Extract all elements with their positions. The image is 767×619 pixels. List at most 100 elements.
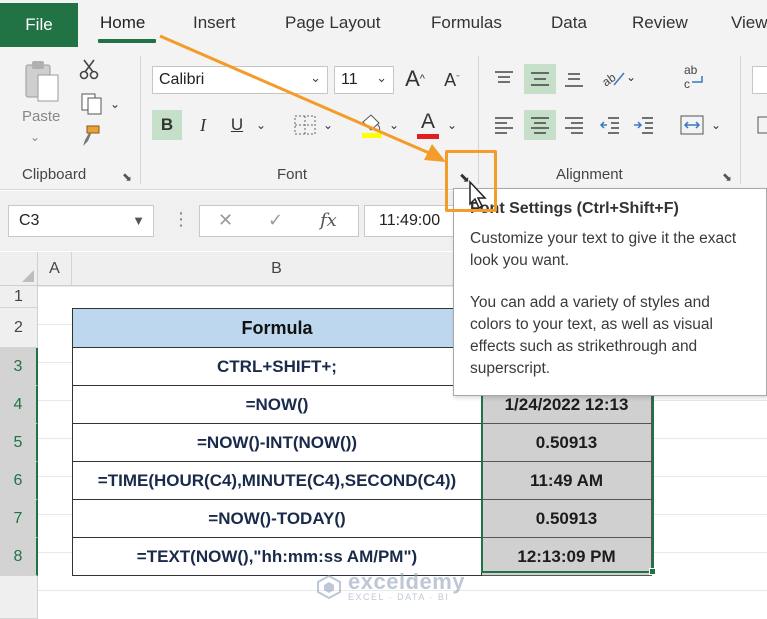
bold-button[interactable]: B (152, 110, 182, 140)
middle-align-icon[interactable] (524, 64, 556, 94)
cut-icon[interactable] (78, 58, 100, 80)
chevron-down-icon: ⌄ (388, 118, 400, 132)
chevron-down-icon: ⌄ (710, 118, 722, 132)
align-right-icon[interactable] (560, 110, 588, 140)
underline-button[interactable]: U (224, 110, 250, 140)
formula-header-cell[interactable]: Formula (72, 308, 482, 348)
clipboard-group-label: Clipboard (22, 166, 87, 183)
name-box-value: C3 (19, 212, 40, 229)
borders-icon (294, 115, 316, 135)
row-header[interactable]: 4 (0, 386, 38, 424)
tab-file[interactable]: File (0, 3, 78, 47)
tab-page-layout[interactable]: Page Layout (285, 13, 380, 33)
wrap-text-icon[interactable]: ab c (680, 60, 710, 94)
alignment-group-label: Alignment (556, 166, 623, 183)
paste-label: Paste (22, 108, 61, 125)
row-header[interactable]: 1 (0, 286, 38, 308)
row-header[interactable]: 5 (0, 424, 38, 462)
font-color-button[interactable]: A ⌄ (412, 108, 462, 142)
decrease-font-icon: A (444, 69, 457, 90)
select-all-corner[interactable] (0, 252, 38, 286)
format-painter-icon[interactable] (78, 124, 102, 148)
decrease-font-size-button[interactable]: Aˇ (438, 66, 466, 94)
svg-text:c: c (684, 77, 690, 91)
paste-dropdown-icon[interactable]: ⌄ (30, 130, 40, 144)
row-header[interactable]: 6 (0, 462, 38, 500)
ribbon-home: Paste ⌄ ⌄ Clipboard ⬊ Calibri ⌄ 11 ⌄ A ^ … (0, 50, 767, 190)
chevron-down-icon: ⌄ (310, 70, 321, 85)
formula-cell[interactable]: =NOW()-INT(NOW()) (72, 424, 482, 462)
font-color-swatch (416, 133, 439, 139)
increase-indent-icon[interactable] (630, 110, 658, 140)
formula-cell[interactable]: =TIME(HOUR(C4),MINUTE(C4),SECOND(C4)) (72, 462, 482, 500)
exceldemy-logo-icon (317, 574, 341, 600)
insert-function-icon[interactable]: fx (320, 210, 337, 231)
chevron-down-icon: ⌄ (446, 118, 458, 132)
italic-button[interactable]: I (190, 110, 216, 140)
group-divider (140, 56, 141, 184)
copy-button[interactable]: ⌄ (76, 92, 124, 116)
underline-dropdown-chevron-icon[interactable]: ⌄ (252, 112, 270, 138)
row-header[interactable]: 2 (0, 308, 38, 348)
mouse-pointer-icon (469, 180, 487, 210)
bottom-align-icon[interactable] (560, 64, 588, 94)
paste-button[interactable] (22, 58, 62, 110)
ribbon-tabs: File Home Insert Page Layout Formulas Da… (0, 0, 767, 50)
merge-center-button[interactable]: ⌄ (676, 110, 724, 140)
alignment-launcher-icon[interactable]: ⬊ (722, 170, 732, 184)
tab-review[interactable]: Review (632, 13, 688, 33)
chevron-down-icon: ⌄ (322, 118, 334, 132)
align-center-icon[interactable] (524, 110, 556, 140)
clipboard-launcher-icon[interactable]: ⬊ (122, 170, 132, 184)
active-tab-indicator (98, 39, 156, 43)
cancel-icon[interactable]: ✕ (218, 210, 233, 231)
chevron-down-icon: ⌄ (625, 70, 637, 84)
font-family-dropdown[interactable]: Calibri ⌄ (152, 66, 328, 94)
font-group-label: Font (277, 166, 308, 183)
increase-font-size-button[interactable]: A ^ (400, 64, 430, 94)
tooltip-title: Font Settings (Ctrl+Shift+F) (470, 200, 679, 217)
borders-button[interactable]: ⌄ (288, 110, 338, 140)
tab-view[interactable]: View (731, 13, 767, 33)
chevron-down-icon: ⌄ (109, 97, 121, 111)
group-divider (740, 56, 741, 184)
top-align-icon[interactable] (490, 64, 518, 92)
row-header[interactable] (0, 576, 38, 619)
formula-cell[interactable]: =NOW()-TODAY() (72, 500, 482, 538)
fill-bucket-icon (361, 114, 382, 138)
copy-icon (81, 93, 102, 115)
clipboard-icon (25, 61, 59, 102)
orientation-button[interactable]: ab ⌄ (596, 62, 640, 92)
tab-data[interactable]: Data (551, 13, 587, 33)
name-box[interactable]: C3 ▼ (8, 205, 154, 237)
tab-insert[interactable]: Insert (193, 13, 236, 33)
formula-cell[interactable]: CTRL+SHIFT+; (72, 348, 482, 386)
exceldemy-watermark: exceldemy EXCEL · DATA · BI (316, 569, 466, 602)
font-settings-tooltip: Font Settings (Ctrl+Shift+F) Customize y… (453, 188, 767, 396)
row-header[interactable]: 3 (0, 348, 38, 386)
number-format-dropdown[interactable] (752, 66, 767, 94)
formula-buttons: ✕ ✓ fx (199, 205, 359, 237)
tab-home[interactable]: Home (100, 13, 145, 33)
fill-handle[interactable] (649, 568, 656, 575)
fill-color-button[interactable]: ⌄ (356, 110, 402, 140)
column-header-b[interactable]: B (72, 252, 482, 286)
column-header-a[interactable]: A (38, 252, 72, 286)
orientation-icon: ab (600, 70, 625, 89)
align-left-icon[interactable] (490, 110, 518, 140)
increase-font-icon: A (405, 66, 420, 91)
more-options-icon[interactable]: ⋮ (172, 209, 190, 230)
decrease-indent-icon[interactable] (596, 110, 624, 140)
formula-cell[interactable]: =NOW() (72, 386, 482, 424)
font-size-dropdown[interactable]: 11 ⌄ (334, 66, 394, 94)
row-header[interactable]: 8 (0, 538, 38, 576)
row-header[interactable]: 7 (0, 500, 38, 538)
watermark-tagline: EXCEL · DATA · BI (348, 592, 450, 602)
merge-icon (680, 115, 704, 135)
font-color-icon: A (420, 109, 435, 133)
enter-icon[interactable]: ✓ (268, 210, 283, 231)
tab-formulas[interactable]: Formulas (431, 13, 502, 33)
currency-icon[interactable] (756, 110, 767, 140)
watermark-name: exceldemy (348, 569, 466, 594)
tooltip-details: You can add a variety of styles and colo… (470, 294, 713, 377)
